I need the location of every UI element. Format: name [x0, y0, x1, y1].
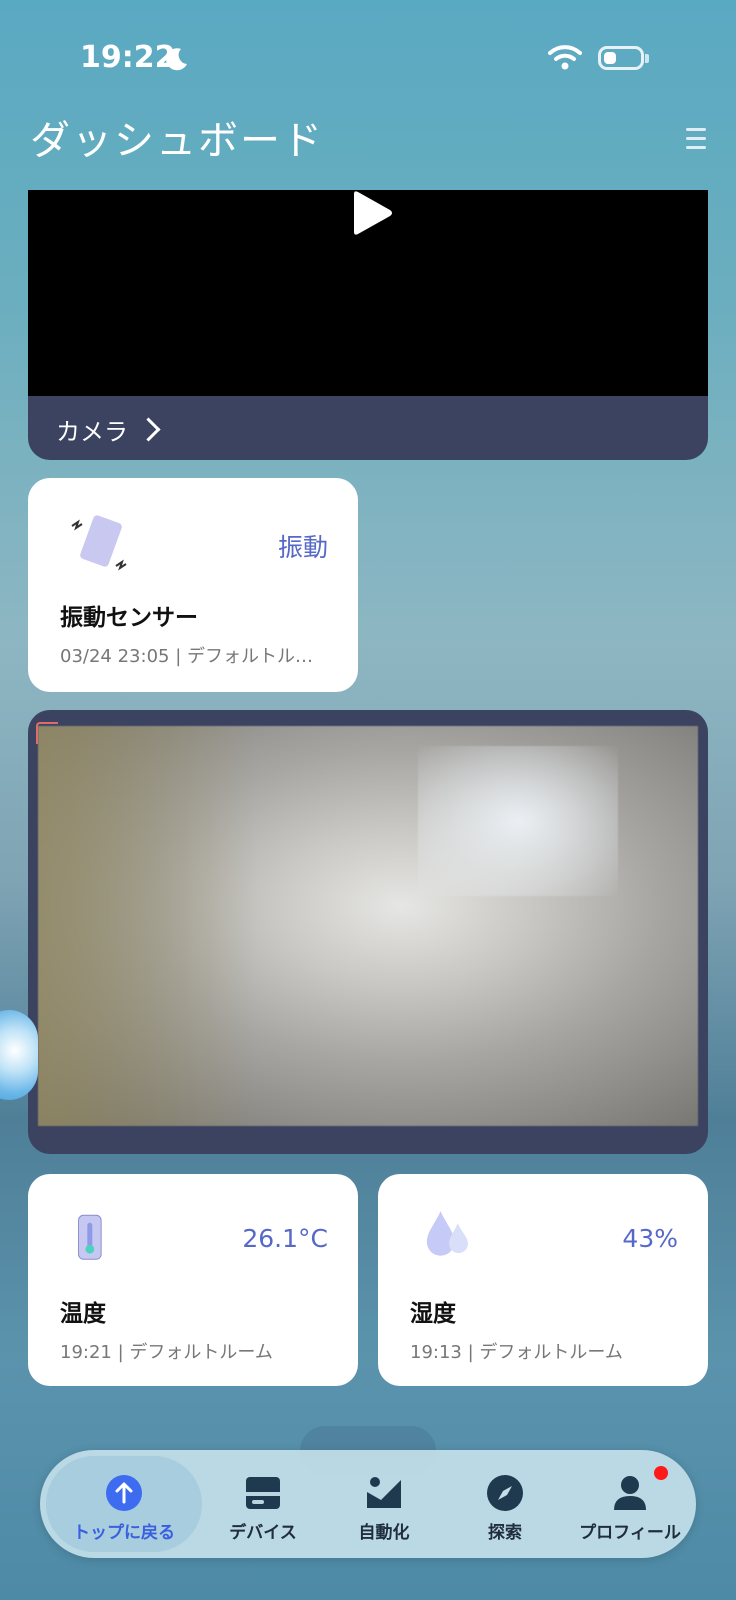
page-title: ダッシュボード — [30, 118, 324, 164]
humidity-meta: 19:13 | デフォルトルーム — [410, 1342, 623, 1363]
camera-card[interactable]: カメラ — [28, 190, 708, 460]
compass-icon — [487, 1475, 523, 1511]
moon-icon — [166, 48, 187, 71]
status-bar: 19:22 — [0, 0, 736, 110]
profile-icon — [614, 1476, 646, 1510]
tab-label-explore: 探索 — [488, 1523, 522, 1543]
vibration-sensor-card[interactable]: 振動 振動センサー 03/24 23:05 | デフォルトルーム — [28, 478, 358, 692]
tab-label-devices: デバイス — [229, 1523, 297, 1543]
bottom-tab-bar: トップに戻る デバイス 自動化 探索 プロフィール — [40, 1450, 696, 1558]
camera-label: カメラ — [56, 418, 128, 446]
devices-icon — [246, 1477, 280, 1509]
temperature-value: 26.1°C — [242, 1224, 328, 1253]
camera-feed-image[interactable] — [38, 726, 698, 1126]
tab-automation[interactable]: 自動化 — [326, 1450, 442, 1558]
menu-icon[interactable] — [686, 128, 706, 152]
focus-corner-mark — [36, 722, 58, 744]
vibration-sensor-meta: 03/24 23:05 | デフォルトルーム — [60, 646, 330, 667]
vibration-sensor-name: 振動センサー — [60, 605, 198, 631]
water-drop-icon — [426, 1211, 468, 1256]
status-time: 19:22 — [80, 40, 176, 75]
camera-link[interactable]: カメラ — [56, 412, 161, 447]
humidity-value: 43% — [622, 1224, 678, 1253]
play-icon[interactable] — [346, 190, 396, 238]
battery-icon — [598, 46, 649, 70]
temperature-name: 温度 — [60, 1301, 106, 1327]
automation-icon — [367, 1477, 401, 1508]
humidity-name: 湿度 — [410, 1301, 456, 1327]
tab-label-automation: 自動化 — [358, 1523, 410, 1543]
chevron-right-icon — [136, 417, 161, 442]
vibration-status: 振動 — [277, 533, 328, 562]
tab-back-to-top[interactable]: トップに戻る — [46, 1450, 202, 1558]
tab-profile[interactable]: プロフィール — [570, 1450, 690, 1558]
live-camera-card[interactable] — [28, 710, 708, 1154]
vibration-sensor-icon — [71, 515, 127, 571]
tab-label-profile: プロフィール — [579, 1523, 681, 1543]
arrow-up-circle-icon — [106, 1475, 142, 1511]
notification-badge — [654, 1466, 668, 1480]
temperature-card[interactable]: 26.1°C 温度 19:21 | デフォルトルーム — [28, 1174, 358, 1386]
floating-assistant-button[interactable] — [0, 1010, 38, 1100]
humidity-card[interactable]: 43% 湿度 19:13 | デフォルトルーム — [378, 1174, 708, 1386]
tab-explore[interactable]: 探索 — [452, 1450, 558, 1558]
thermometer-icon — [78, 1214, 102, 1260]
temperature-meta: 19:21 | デフォルトルーム — [60, 1342, 273, 1363]
tab-label-top: トップに戻る — [73, 1523, 175, 1543]
tab-devices[interactable]: デバイス — [210, 1450, 316, 1558]
wifi-icon — [548, 45, 582, 70]
camera-video[interactable] — [28, 190, 708, 396]
